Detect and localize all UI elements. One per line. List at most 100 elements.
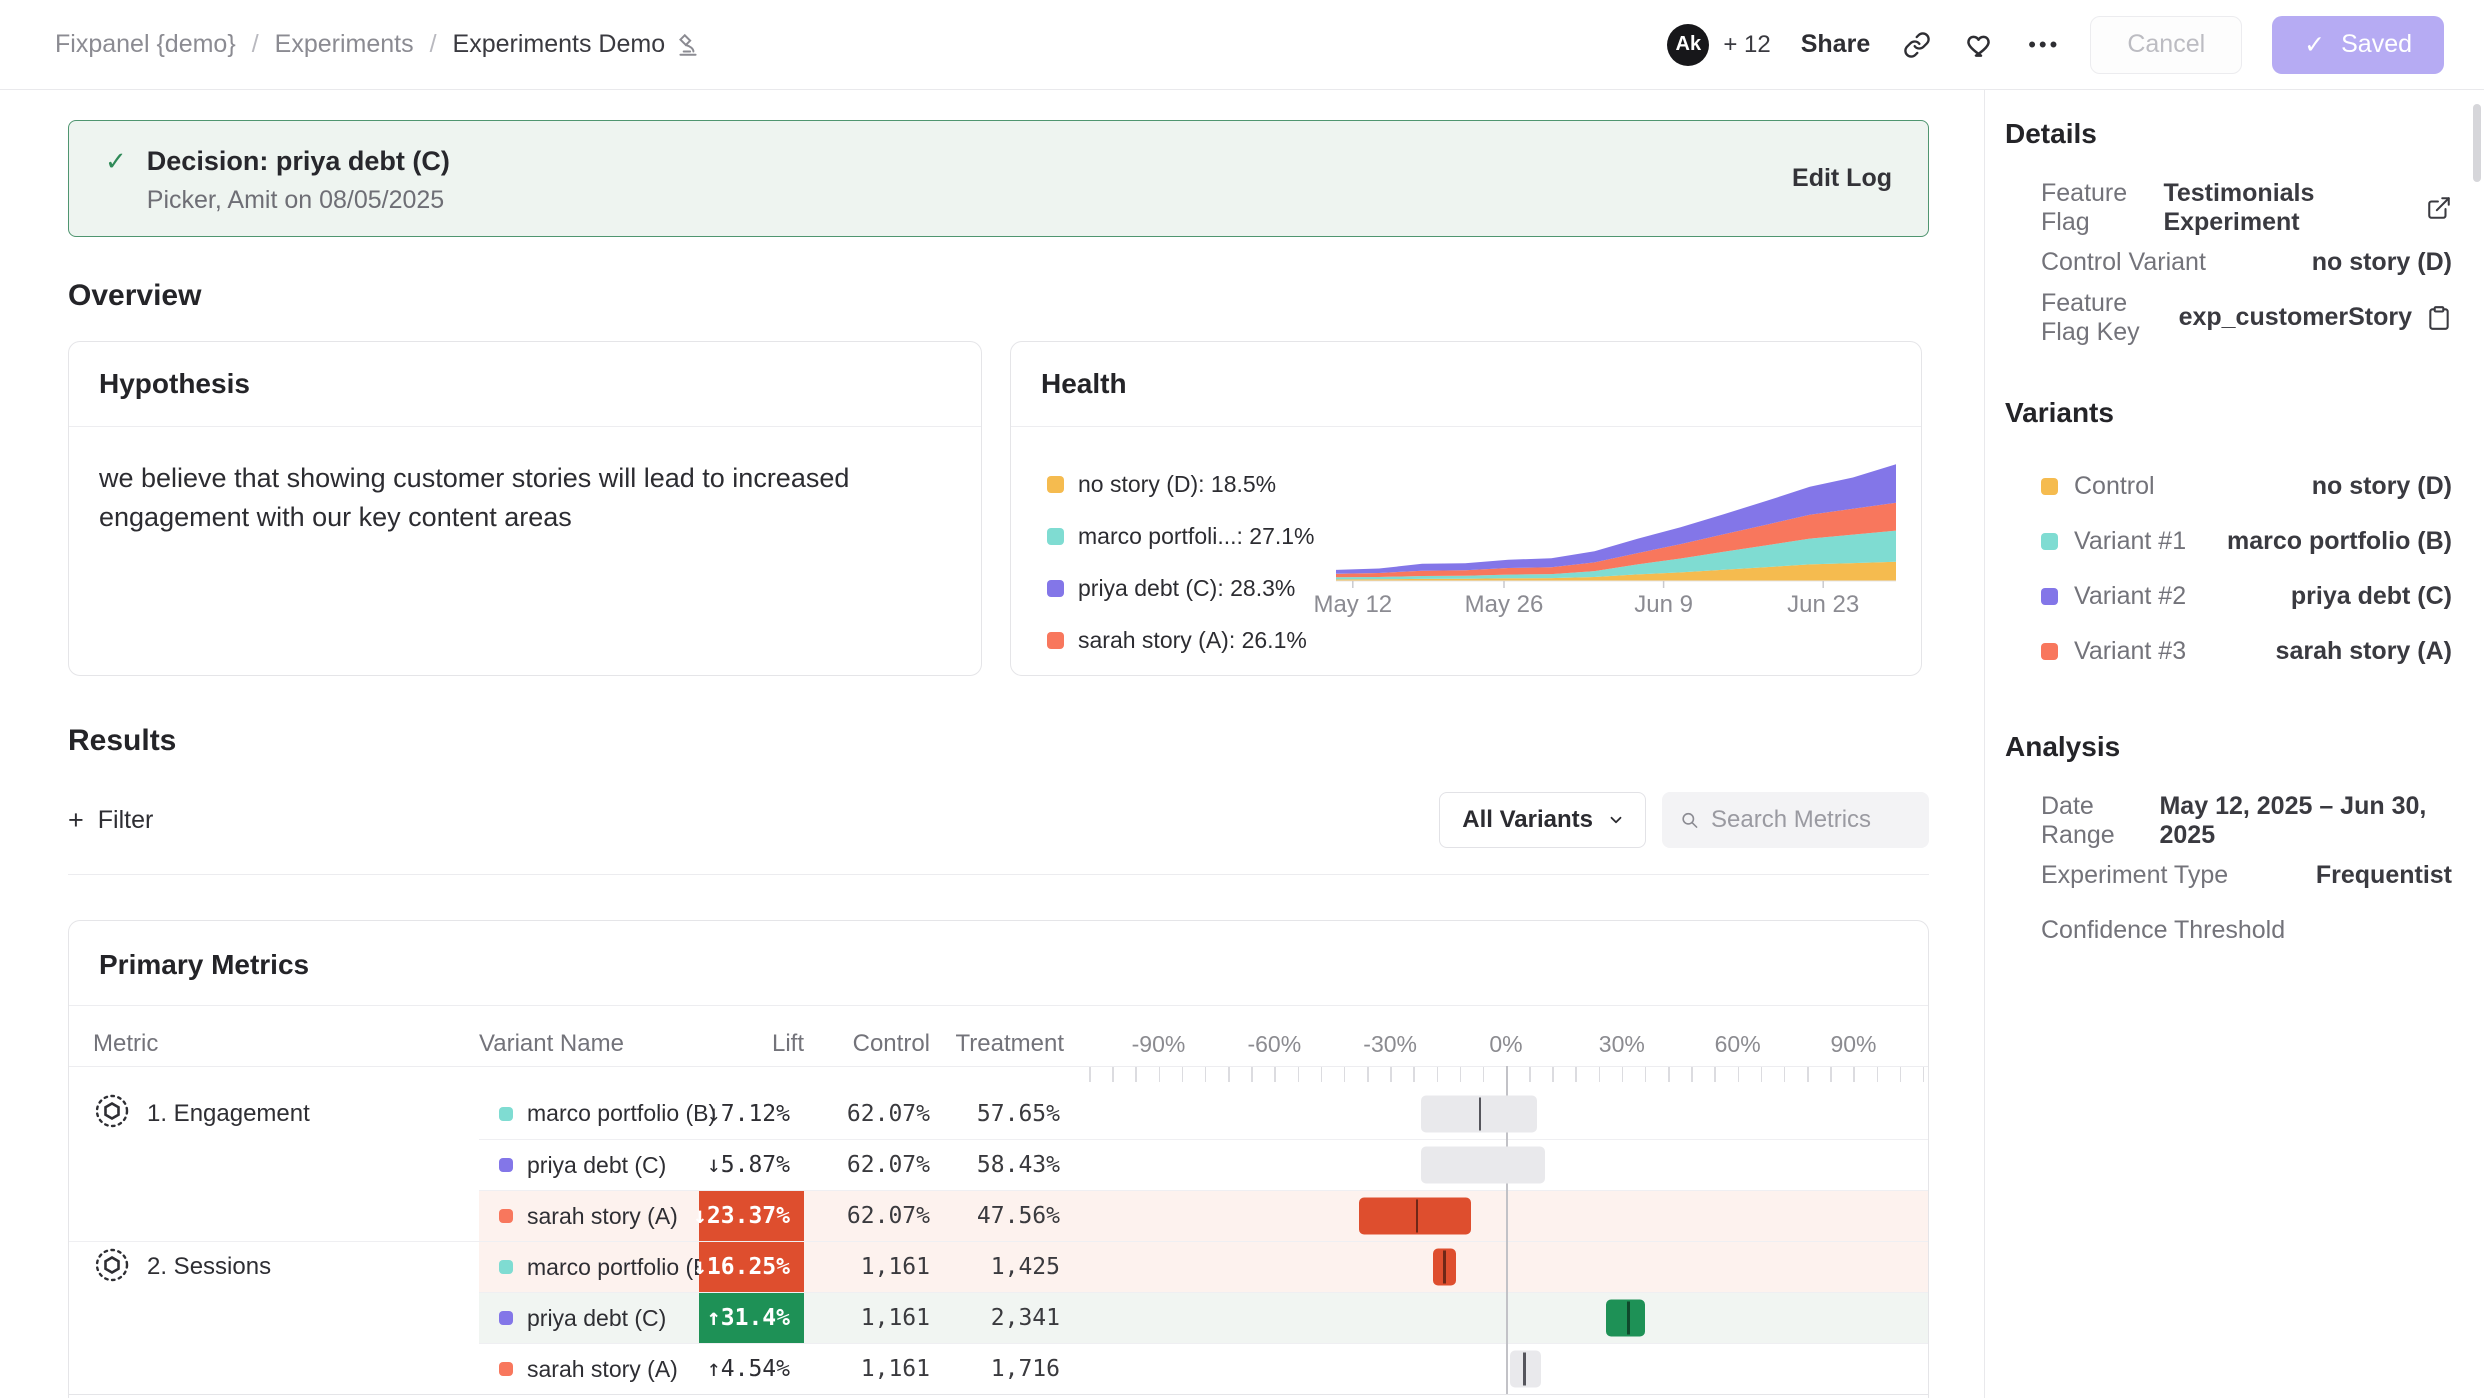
variant-swatch-icon [499,1311,513,1325]
variant-name: marco portfolio (B) [527,1254,716,1281]
breadcrumb-current[interactable]: Experiments Demo [453,30,702,59]
saved-button[interactable]: ✓ Saved [2272,16,2444,74]
clipboard-icon[interactable] [2426,305,2452,331]
table-row: sarah story (A)↑4.54%1,1611,716 [69,1343,1928,1394]
metric-target-icon [93,1246,131,1289]
copy-link-icon[interactable] [1900,28,1934,62]
search-metrics-input[interactable] [1711,806,1911,834]
sidebar-row-value[interactable]: sarah story (A) [2276,637,2452,666]
sidebar-row-value[interactable]: no story (D) [2312,248,2452,277]
axis-tick [1390,1067,1392,1082]
variant-name: sarah story (A) [527,1203,678,1230]
variant-name: sarah story (A) [527,1356,678,1383]
cancel-button[interactable]: Cancel [2090,16,2242,74]
variants-rows: Controlno story (D)Variant #1marco portf… [2005,459,2456,679]
analysis-section: Analysis Date RangeMay 12, 2025 – Jun 30… [2005,731,2456,958]
more-menu-button[interactable]: ••• [2028,32,2060,58]
axis-tick [1228,1067,1230,1082]
analysis-rows: Date RangeMay 12, 2025 – Jun 30, 2025 Exp… [2005,793,2456,958]
breadcrumb-experiments[interactable]: Experiments [275,30,414,59]
collaborators-count[interactable]: + 12 [1723,31,1770,59]
legend-swatch-icon [1047,632,1064,649]
lift-value: ↓7.12% [707,1101,790,1127]
variant-color-swatch [2041,643,2058,660]
confidence-median-line [1416,1200,1419,1233]
variant-color-swatch [2041,478,2058,495]
metric-cell: 2. Sessions [69,1241,479,1292]
results-divider [68,874,1929,875]
health-legend-item: marco portfoli...: 27.1% [1047,523,1322,550]
sidebar-row: Variant #3sarah story (A) [2005,624,2456,679]
table-row: 2. Sessionsmarco portfolio (B)↓16.25%1,1… [69,1241,1928,1292]
axis-label-90%: 90% [1830,1031,1876,1058]
external-link-icon[interactable] [2426,195,2452,221]
share-button[interactable]: Share [1801,30,1870,59]
axis-tick [1877,1067,1879,1082]
sidebar-row-value[interactable]: Testimonials Experiment [2163,179,2452,237]
sidebar-row-value[interactable]: May 12, 2025 – Jun 30, 2025 [2159,792,2452,850]
health-area-chart [1336,453,1896,589]
sidebar-row-label: Date Range [2041,792,2159,850]
variant-cell[interactable]: sarah story (A) [479,1190,699,1241]
confidence-median-line [1443,1251,1446,1284]
details-rows: Feature FlagTestimonials ExperimentContr… [2005,180,2456,345]
treatment-value: 57.65% [934,1088,1064,1139]
legend-label: sarah story (A): 26.1% [1078,627,1307,654]
sidebar-row-label: Variant #2 [2041,582,2186,611]
axis-tick [1529,1067,1531,1082]
plus-icon: + [68,805,84,836]
avatar[interactable]: Ak [1667,24,1709,66]
axis-label-60%: 60% [1715,1031,1761,1058]
details-heading: Details [2005,118,2456,150]
sidebar-row: Feature Flag Keyexp_customerStory [2005,290,2456,345]
control-value: 1,161 [804,1292,934,1343]
sidebar-row-value[interactable]: exp_customerStory [2179,303,2452,332]
variants-dropdown-value: All Variants [1462,806,1593,834]
legend-swatch-icon [1047,580,1064,597]
sidebar-row-label: Feature Flag Key [2041,289,2179,347]
variant-swatch-icon [499,1260,513,1274]
variants-heading: Variants [2005,397,2456,429]
variant-cell[interactable]: sarah story (A) [479,1343,699,1394]
favorite-icon[interactable] [1964,28,1998,62]
variant-cell[interactable]: marco portfolio (B) [479,1241,699,1292]
search-icon [1680,808,1699,832]
variant-cell[interactable]: priya debt (C) [479,1139,699,1190]
axis-tick [1761,1067,1763,1082]
lift-chip: ↓23.37% [699,1191,804,1241]
sidebar-row-value[interactable]: marco portfolio (B) [2227,527,2452,556]
axis-tick [1668,1067,1670,1082]
add-filter-button[interactable]: + Filter [68,805,153,836]
control-value: 1,161 [804,1343,934,1394]
sidebar-row-value[interactable]: priya debt (C) [2291,582,2452,611]
top-bar: Fixpanel {demo} / Experiments / Experime… [0,0,2484,90]
sidebar-row-value[interactable]: no story (D) [2312,472,2452,501]
axis-tick [1853,1067,1855,1082]
variant-name: marco portfolio (B) [527,1100,716,1127]
sidebar-row-label: Experiment Type [2041,861,2228,890]
breadcrumb-project[interactable]: Fixpanel {demo} [55,30,236,59]
variant-cell[interactable]: marco portfolio (B) [479,1088,699,1139]
axis-label-0%: 0% [1489,1031,1522,1058]
scrollbar-thumb[interactable] [2473,104,2481,182]
x-axis-label: May 26 [1465,591,1544,619]
edit-log-button[interactable]: Edit Log [1792,164,1892,193]
sidebar-row: Control Variantno story (D) [2005,235,2456,290]
column-header-axis: -90%-60%-30%0%30%60%90% [1064,1006,1928,1058]
column-header-lift: Lift [699,1030,804,1058]
variants-dropdown[interactable]: All Variants [1439,792,1646,848]
metrics-table-body: 1. Engagementmarco portfolio (B)↓7.12%62… [69,1066,1928,1394]
metric-cell [69,1139,479,1190]
sidebar-row-value[interactable]: Frequentist [2316,861,2452,890]
metric-target-icon [93,1092,131,1135]
sidebar-row: Variant #2 priya debt (C) [2005,569,2456,624]
chevron-down-icon [1607,811,1625,829]
axis-tick [1182,1067,1184,1082]
variants-section: Variants Controlno story (D)Variant #1ma… [2005,397,2456,679]
breadcrumb: Fixpanel {demo} / Experiments / Experime… [55,30,701,59]
variant-cell[interactable]: priya debt (C) [479,1292,699,1343]
axis-label--30%: -30% [1363,1031,1417,1058]
add-metric-button[interactable]: + Add [69,1394,1928,1398]
sidebar-row: Date RangeMay 12, 2025 – Jun 30, 2025 [2005,793,2456,848]
sidebar-row-label: Control [2041,472,2155,501]
